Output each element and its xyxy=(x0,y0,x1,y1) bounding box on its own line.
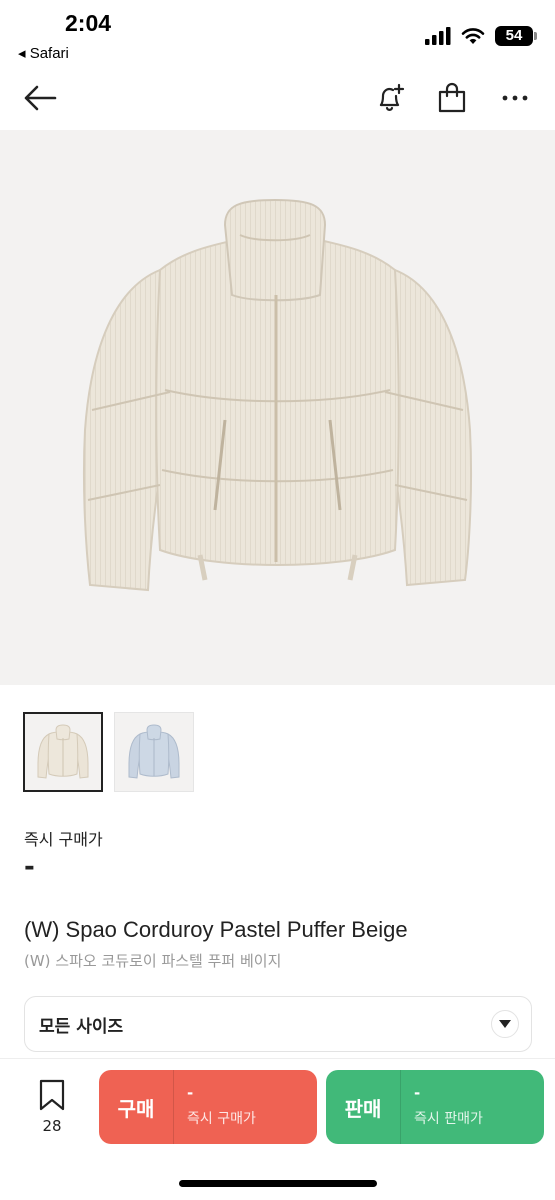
status-icons: 54 xyxy=(425,24,537,48)
buy-button-divider xyxy=(173,1070,174,1144)
sell-button-label: 판매 xyxy=(344,1096,382,1121)
wifi-icon xyxy=(461,28,485,44)
back-to-safari-link[interactable]: ◂ Safari xyxy=(18,44,69,62)
product-main-image[interactable] xyxy=(0,130,555,685)
sell-button-divider xyxy=(400,1070,401,1144)
size-dropdown-toggle[interactable] xyxy=(491,1010,519,1038)
shopping-bag-icon xyxy=(438,82,466,113)
size-selector-label: 모든 사이즈 xyxy=(39,1016,124,1037)
bookmark-icon xyxy=(39,1079,65,1111)
thumbnail-light-blue[interactable] xyxy=(114,712,194,792)
buy-button-sublabel: 즉시 구매가 xyxy=(187,1111,256,1127)
cellular-signal-icon xyxy=(425,27,451,45)
more-icon xyxy=(502,95,528,101)
bell-plus-icon xyxy=(379,83,405,111)
buy-button-price: - xyxy=(187,1084,194,1102)
instant-buy-price-label: 즉시 구매가 xyxy=(24,830,103,849)
size-selector[interactable]: 모든 사이즈 xyxy=(24,996,532,1052)
wishlist-count: 28 xyxy=(42,1117,62,1135)
nav-bar xyxy=(0,66,555,130)
buy-button[interactable]: 구매 - 즉시 구매가 xyxy=(99,1070,317,1144)
light-blue-puffer-thumbnail xyxy=(128,724,180,779)
buy-button-label: 구매 xyxy=(117,1096,155,1121)
product-title-ko: (W) 스파오 코듀로이 파스텔 푸퍼 베이지 xyxy=(24,952,282,970)
status-bar: 2:04 ◂ Safari 54 xyxy=(0,0,555,66)
product-title-en: (W) Spao Corduroy Pastel Puffer Beige xyxy=(24,917,408,942)
price-alert-button[interactable] xyxy=(370,78,410,118)
home-indicator[interactable] xyxy=(179,1180,377,1187)
sell-button-price: - xyxy=(414,1084,421,1102)
wishlist-button[interactable]: 28 xyxy=(30,1079,74,1135)
instant-buy-price-value: - xyxy=(24,852,35,882)
sell-button-sublabel: 즉시 판매가 xyxy=(414,1111,483,1127)
caret-down-icon xyxy=(499,1020,511,1028)
bottom-action-bar: 28 구매 - 즉시 구매가 판매 - 즉시 판매가 xyxy=(0,1058,555,1200)
battery-icon: 54 xyxy=(495,26,537,46)
back-button[interactable] xyxy=(20,78,60,118)
beige-corduroy-puffer-jacket-image xyxy=(82,198,473,592)
beige-puffer-thumbnail xyxy=(37,724,89,779)
sell-button[interactable]: 판매 - 즉시 판매가 xyxy=(326,1070,544,1144)
status-time: 2:04 xyxy=(65,10,112,36)
more-options-button[interactable] xyxy=(495,78,535,118)
thumbnail-beige[interactable] xyxy=(23,712,103,792)
shopping-bag-button[interactable] xyxy=(432,78,472,118)
back-arrow-icon xyxy=(24,85,57,111)
